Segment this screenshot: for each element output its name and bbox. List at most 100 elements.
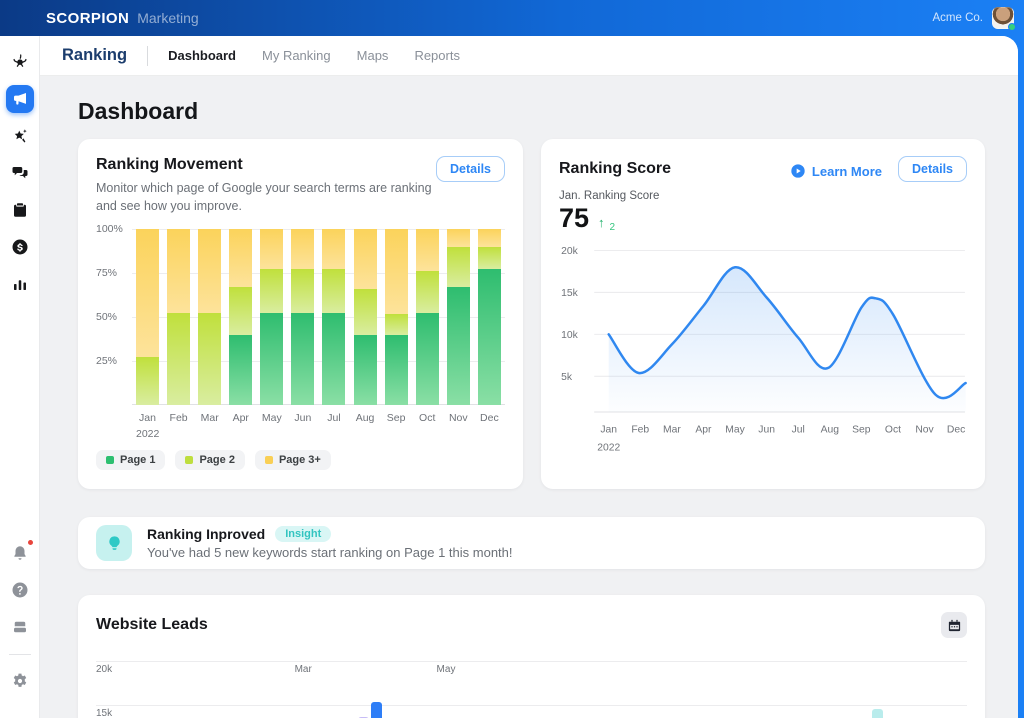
bar-segment-page-2 [322,269,345,313]
bar-segment-page-1 [416,313,439,405]
y-axis-tick-label: 20k [96,664,112,675]
stacked-bar-sep[interactable] [385,229,408,405]
bar-segment-page-2 [136,357,159,405]
y-axis-tick-label: 50% [96,311,128,323]
svg-text:Sep: Sep [852,425,871,436]
dollar-icon [11,238,29,256]
legend-chip-page-3+[interactable]: Page 3+ [255,450,331,470]
stacked-bar-aug[interactable] [354,229,377,405]
sidebar-item-scorpion[interactable] [6,48,34,76]
sidebar-settings-group [6,667,34,704]
x-axis-year-label: 2022 [136,428,159,440]
stacked-bar-feb[interactable] [167,229,190,405]
x-axis-tick-label: Dec [478,412,501,424]
legend-chip-page-1[interactable]: Page 1 [96,450,165,470]
bar-segment-page-3+ [354,229,377,289]
bar-segment-page-3+ [167,229,190,313]
stacked-bar-nov[interactable] [447,229,470,405]
stacked-bar-jun[interactable] [291,229,314,405]
tab-dashboard[interactable]: Dashboard [168,48,236,63]
bar-segment-page-1 [447,287,470,405]
x-axis-tick-label: Aug [354,412,377,424]
gear-icon [11,672,29,690]
sidebar-item-bell[interactable] [6,539,34,567]
x-axis-tick-label: May [260,412,283,424]
section-title: Ranking [62,46,127,65]
bar-segment-page-2 [167,313,190,405]
stacked-bar-apr[interactable] [229,229,252,405]
bar-segment-page-3+ [291,229,314,269]
stacked-bar-jul[interactable] [322,229,345,405]
sidebar-item-star[interactable] [6,122,34,150]
svg-text:Apr: Apr [695,425,712,436]
ranking-score-details-button[interactable]: Details [898,156,967,182]
online-status-dot [1008,23,1016,31]
sidebar-item-clipboard[interactable] [6,196,34,224]
website-leads-chart: 20k15kMarMay [96,654,967,718]
insight-message: You've had 5 new keywords start ranking … [147,545,513,560]
learn-more-link[interactable]: Learn More [790,163,882,179]
tab-my-ranking[interactable]: My Ranking [262,48,331,63]
ranking-movement-details-button[interactable]: Details [436,156,505,182]
sidebar-item-printer[interactable] [6,613,34,641]
lightbulb-icon [96,525,132,561]
stacked-bar-mar[interactable] [198,229,221,405]
legend-chip-page-2[interactable]: Page 2 [175,450,244,470]
tab-maps[interactable]: Maps [357,48,389,63]
y-axis-tick-label: 15k [96,708,112,718]
bar-segment-page-2 [260,269,283,313]
ranking-movement-subtitle: Monitor which page of Google your search… [96,180,436,215]
icon-sidebar [0,36,40,718]
sidebar-item-help[interactable] [6,576,34,604]
sidebar-item-chat[interactable] [6,159,34,187]
bar-segment-page-2 [198,313,221,405]
legend-swatch [265,456,273,464]
help-icon [11,581,29,599]
bar-segment-page-2 [229,287,252,335]
bar-segment-page-2 [478,247,501,270]
y-axis-tick-label: 75% [96,267,128,279]
sidebar-item-gear[interactable] [6,667,34,695]
insight-banner: Ranking Inproved Insight You've had 5 ne… [78,517,985,569]
avatar[interactable] [992,7,1014,29]
website-leads-title: Website Leads [96,616,208,634]
scorpion-icon [11,53,29,71]
svg-text:15k: 15k [561,288,579,299]
sidebar-top-group [6,48,34,307]
stacked-bar-jan[interactable] [136,229,159,405]
star-icon [11,127,29,145]
ranking-movement-chart: 25%50%75%100% JanFebMarAprMayJunJulAugSe… [96,229,505,440]
bar-segment-page-1 [385,335,408,405]
bars-container [136,229,501,405]
tab-reports[interactable]: Reports [414,48,460,63]
x-axis-tick-label: Jan [136,412,159,424]
bar-segment-page-3+ [260,229,283,269]
sidebar-item-megaphone[interactable] [6,85,34,113]
stacked-bar-may[interactable] [260,229,283,405]
score-delta: 2 [610,222,616,233]
calendar-button[interactable] [941,612,967,638]
sidebar-item-dollar[interactable] [6,233,34,261]
ranking-movement-title: Ranking Movement [96,156,436,174]
calendar-icon [947,618,962,633]
bar-segment-page-3+ [198,229,221,313]
bar-segment-page-3+ [478,229,501,247]
gridline [96,661,967,662]
bar-segment-page-3+ [229,229,252,287]
leads-bar[interactable] [872,709,883,718]
bar-segment-page-1 [322,313,345,405]
x-axis-tick-label: Mar [295,664,312,675]
bar-segment-page-3+ [136,229,159,357]
printer-icon [11,618,29,636]
legend-label: Page 3+ [279,454,321,466]
product-name: Marketing [137,10,198,26]
learn-more-label: Learn More [812,164,882,179]
legend-swatch [106,456,114,464]
score-period-label: Jan. Ranking Score [559,190,967,202]
leads-bar[interactable] [371,702,382,718]
stacked-bar-dec[interactable] [478,229,501,405]
brand-logo: SCORPION [46,10,129,27]
sidebar-item-bar-chart[interactable] [6,270,34,298]
stacked-bar-oct[interactable] [416,229,439,405]
top-bar: SCORPION Marketing Acme Co. [0,0,1024,36]
